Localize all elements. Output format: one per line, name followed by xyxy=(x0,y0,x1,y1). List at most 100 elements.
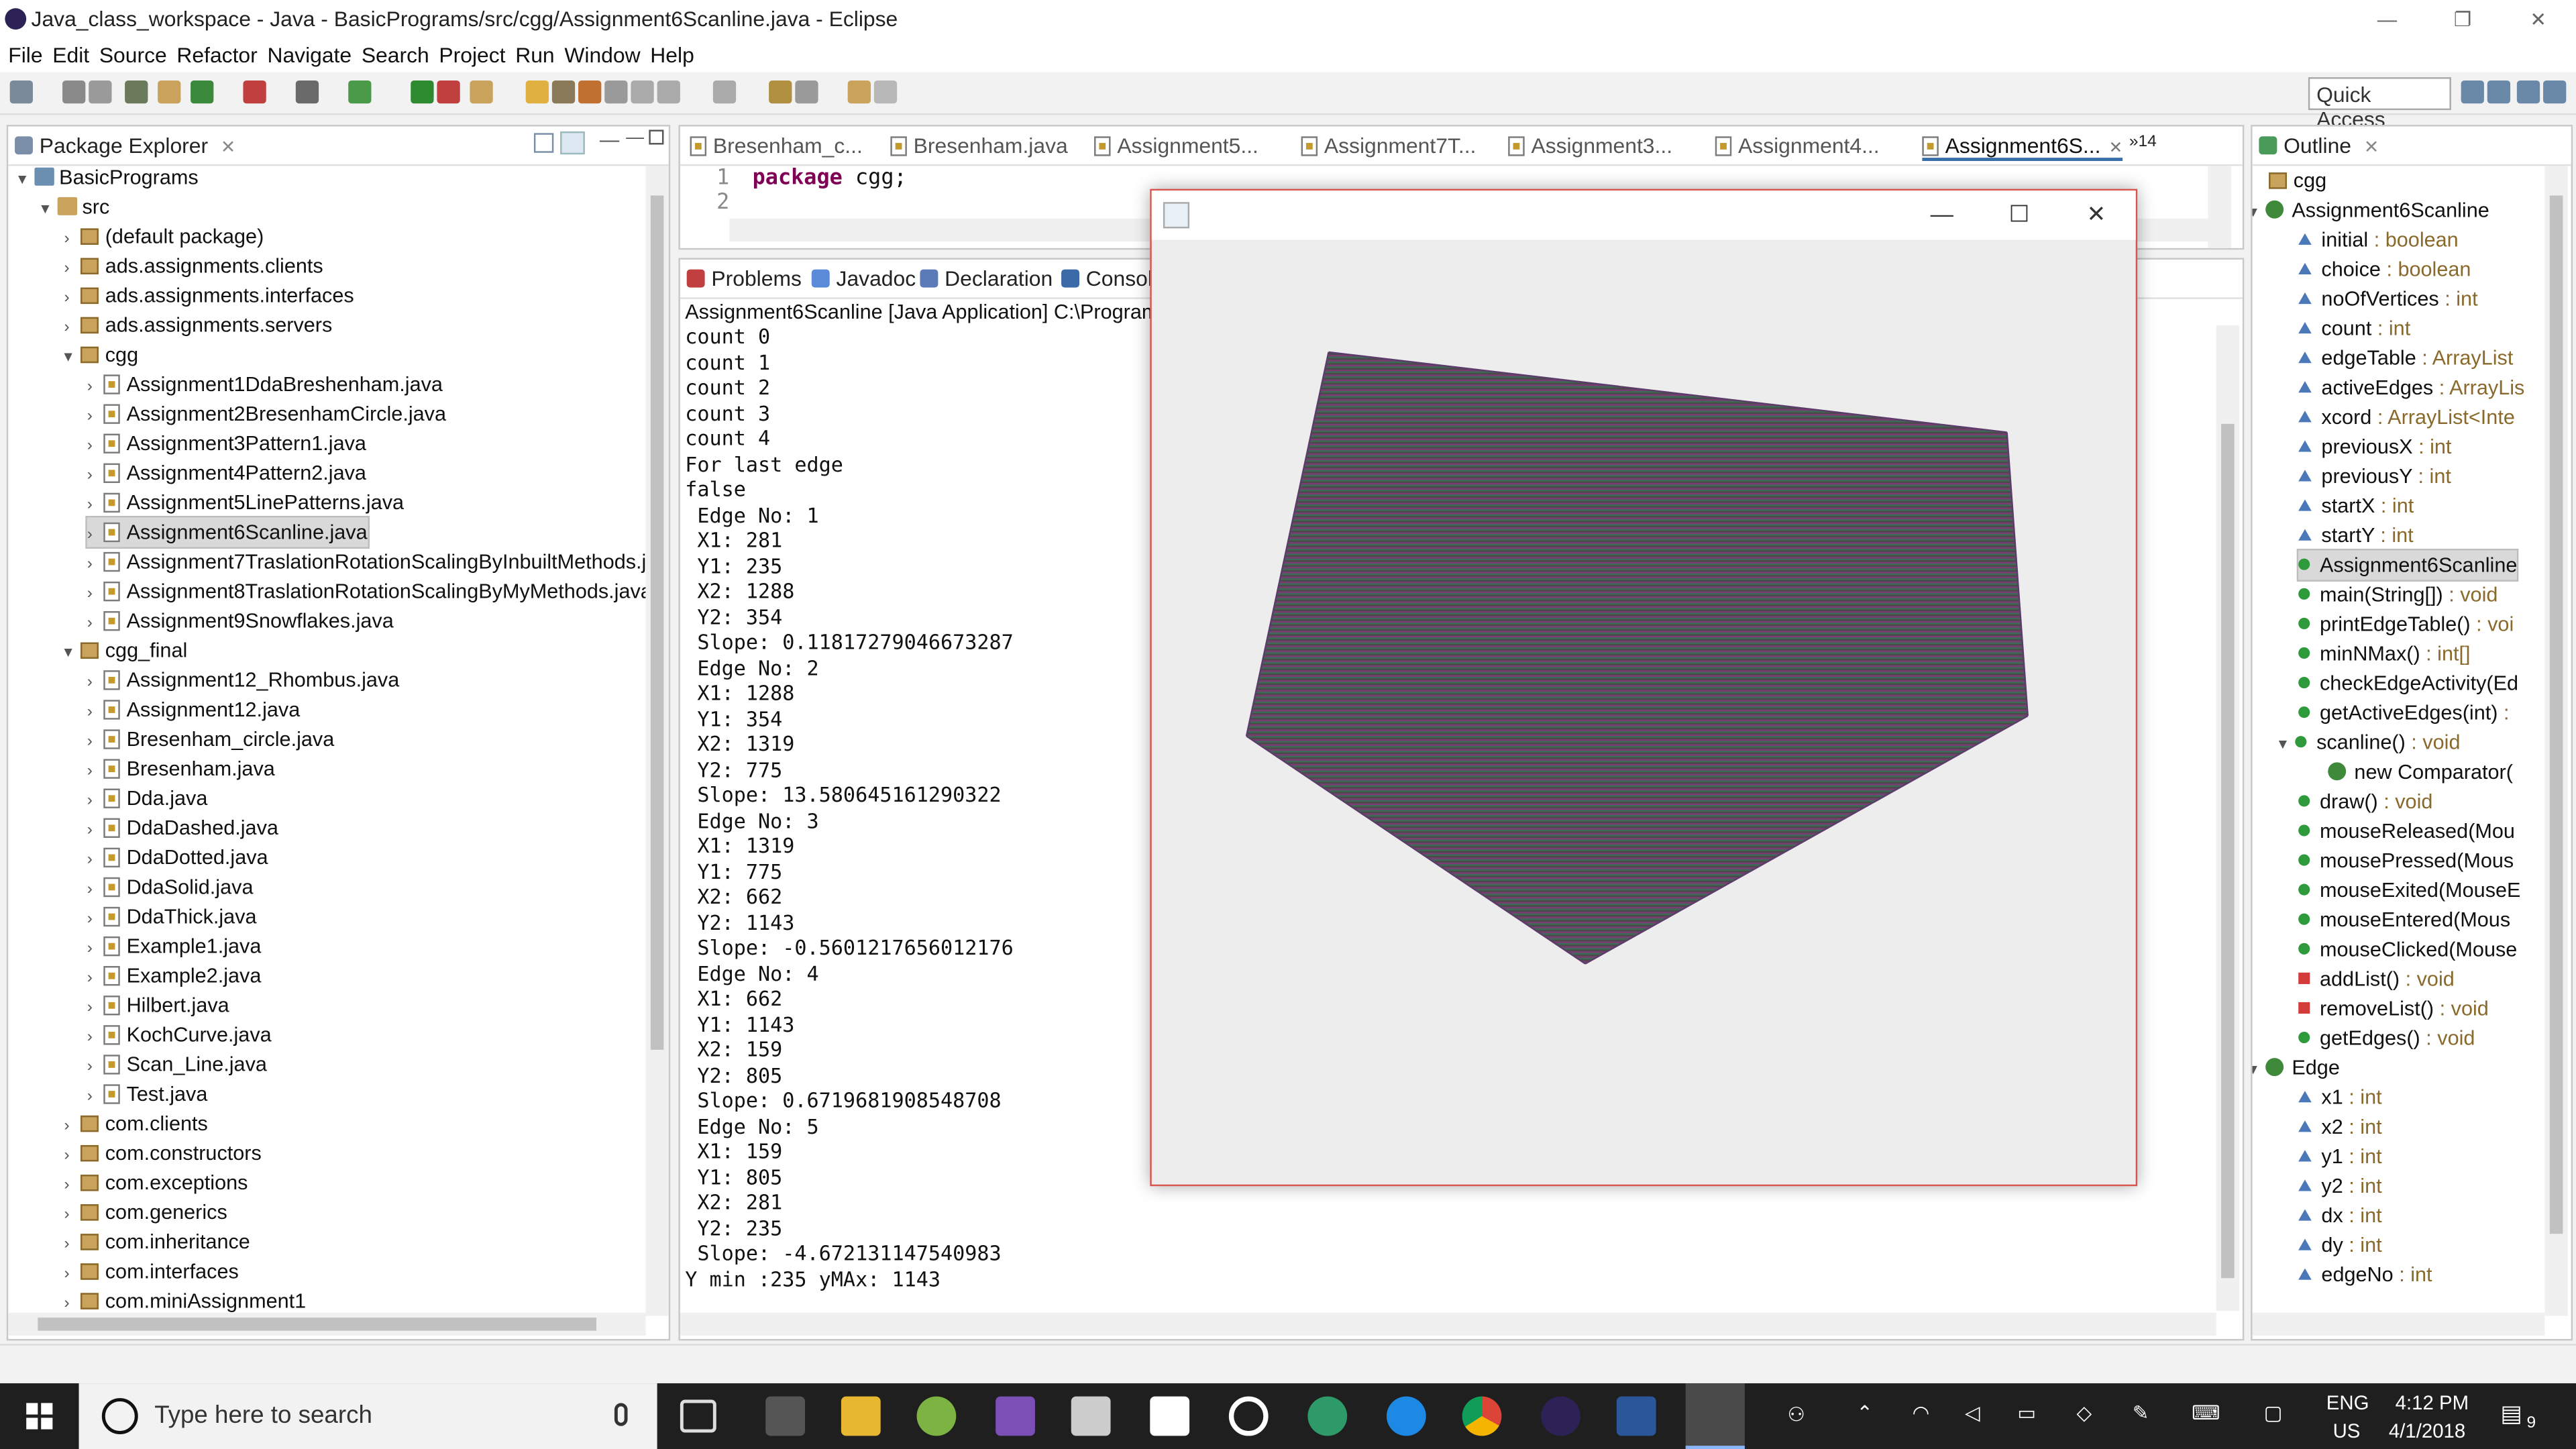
tree-item[interactable]: ▾ BasicPrograms xyxy=(18,162,199,192)
notification-icon[interactable]: ▤ xyxy=(2500,1400,2522,1428)
collapse-arrow-icon[interactable]: › xyxy=(64,1260,80,1289)
clock-time[interactable]: 4:12 PM xyxy=(2396,1391,2469,1414)
battery-icon[interactable]: ▭ xyxy=(2017,1401,2036,1424)
editor-tab[interactable]: Assignment3... xyxy=(1508,133,1672,158)
tree-item[interactable]: › ads.assignments.servers xyxy=(64,311,333,340)
outline-item[interactable]: xcord : ArrayList<Inte xyxy=(2298,402,2515,432)
tree-item[interactable]: › Dda.java xyxy=(87,784,208,813)
menu-project[interactable]: Project xyxy=(437,40,507,71)
outline-item[interactable]: previousY : int xyxy=(2298,462,2451,491)
outline-item[interactable]: startX : int xyxy=(2298,491,2414,521)
outline-item[interactable]: y1 : int xyxy=(2298,1142,2382,1171)
collapse-arrow-icon[interactable]: › xyxy=(87,521,103,550)
minimize-view-icon[interactable]: — xyxy=(626,128,644,148)
perspective-icon[interactable] xyxy=(2543,80,2567,104)
collapse-arrow-icon[interactable]: › xyxy=(64,284,80,314)
perspective-icon[interactable] xyxy=(2516,80,2540,104)
outline-item[interactable]: dy : int xyxy=(2298,1230,2382,1260)
menu-file[interactable]: File xyxy=(7,40,44,71)
toolbar-button-icon[interactable] xyxy=(631,80,654,104)
outline-item[interactable]: getEdges() : void xyxy=(2298,1024,2475,1053)
editor-tab[interactable]: Assignment7T... xyxy=(1301,133,1476,158)
toolbar-button-icon[interactable] xyxy=(243,80,266,104)
tree-item[interactable]: › (default package) xyxy=(64,222,264,252)
tray-chevron-icon[interactable]: ⌃ xyxy=(1856,1401,1873,1424)
tree-item[interactable]: › DdaThick.java xyxy=(87,902,257,932)
toolbar-button-icon[interactable] xyxy=(89,80,112,104)
outline-item[interactable]: ▾ Edge xyxy=(2253,1053,2340,1083)
close-tab-icon[interactable]: ✕ xyxy=(2109,140,2123,158)
toolbar-button-icon[interactable] xyxy=(191,80,214,104)
scroll-thumb[interactable] xyxy=(2549,195,2563,1234)
collapse-arrow-icon[interactable]: › xyxy=(87,875,103,905)
app-blue-icon[interactable] xyxy=(1386,1396,1426,1436)
tree-item[interactable]: › Hilbert.java xyxy=(87,991,229,1020)
scroll-thumb[interactable] xyxy=(2221,423,2235,1279)
close-button[interactable]: ✕ xyxy=(2500,0,2576,40)
collapse-arrow-icon[interactable]: › xyxy=(87,816,103,846)
word-icon[interactable] xyxy=(1616,1396,1656,1436)
outline-item[interactable]: mouseClicked(Mouse xyxy=(2298,934,2517,964)
expand-arrow-icon[interactable]: ▾ xyxy=(64,343,80,373)
toolbar-button-icon[interactable] xyxy=(525,80,549,104)
tree-item[interactable]: ▾ src xyxy=(41,193,109,222)
editor-tab-overflow[interactable]: »14 xyxy=(2129,133,2157,151)
outline-item[interactable]: y2 : int xyxy=(2298,1171,2382,1201)
perspective-icon[interactable] xyxy=(2461,80,2484,104)
collapse-arrow-icon[interactable]: › xyxy=(87,905,103,934)
toolbar-button-icon[interactable] xyxy=(873,80,898,104)
java-minimize-button[interactable]: — xyxy=(1929,201,1955,227)
tree-item[interactable]: › Assignment3Pattern1.java xyxy=(87,429,366,458)
console-vscroll[interactable] xyxy=(2216,325,2239,1311)
tree-item[interactable]: › Scan_Line.java xyxy=(87,1050,267,1079)
scroll-thumb[interactable] xyxy=(38,1318,596,1331)
expand-arrow-icon[interactable]: ▾ xyxy=(64,639,80,669)
taskbar-search[interactable]: Type here to search xyxy=(78,1383,657,1449)
menu-run[interactable]: Run xyxy=(514,40,556,71)
outline-item[interactable]: choice : boolean xyxy=(2298,255,2471,284)
outline-item[interactable]: getActiveEdges(int) : xyxy=(2298,698,2509,728)
app-green-icon[interactable] xyxy=(1307,1396,1348,1436)
toolbar-button-icon[interactable] xyxy=(9,80,33,104)
dropbox-icon[interactable]: ◇ xyxy=(2077,1401,2092,1424)
tree-item[interactable]: › Assignment6Scanline.java xyxy=(85,515,370,550)
outline-item[interactable]: edgeNo : int xyxy=(2298,1260,2432,1289)
menu-help[interactable]: Help xyxy=(649,40,696,71)
task-view-icon[interactable] xyxy=(680,1399,716,1433)
collapse-arrow-icon[interactable]: › xyxy=(87,757,103,787)
toolbar-button-icon[interactable] xyxy=(125,80,148,104)
scroll-thumb[interactable] xyxy=(650,195,664,1050)
tree-item[interactable]: › Assignment2BresenhamCircle.java xyxy=(87,399,446,429)
collapse-arrow-icon[interactable]: › xyxy=(87,610,103,639)
tree-item[interactable]: › ads.assignments.interfaces xyxy=(64,281,354,311)
tree-item[interactable]: › DdaSolid.java xyxy=(87,872,254,902)
outline-item[interactable]: previousX : int xyxy=(2298,432,2451,462)
toolbar-button-icon[interactable] xyxy=(295,80,319,104)
wifi-icon[interactable]: ◠ xyxy=(1913,1401,1930,1424)
editor-vscroll[interactable] xyxy=(2208,166,2231,248)
toolbar-button-icon[interactable] xyxy=(158,80,181,104)
perspective-icon[interactable] xyxy=(2487,80,2511,104)
tree-item[interactable]: ▾ cgg_final xyxy=(64,636,188,665)
java-close-button[interactable]: ✕ xyxy=(2083,201,2109,227)
close-icon[interactable]: ✕ xyxy=(221,138,236,158)
collapse-arrow-icon[interactable]: › xyxy=(87,994,103,1024)
collapse-arrow-icon[interactable]: › xyxy=(87,787,103,816)
tree-item[interactable]: › com.constructors xyxy=(64,1138,262,1168)
app-icon[interactable] xyxy=(765,1396,806,1436)
outline-item[interactable]: cgg xyxy=(2269,166,2326,195)
outline-item[interactable]: mouseEntered(Mous xyxy=(2298,905,2510,934)
outline-item[interactable]: ▾ Assignment6Scanline xyxy=(2253,195,2489,225)
outline-item[interactable]: removeList() : void xyxy=(2298,994,2489,1024)
outline-item[interactable]: draw() : void xyxy=(2298,787,2432,816)
collapse-arrow-icon[interactable]: › xyxy=(87,728,103,757)
toolbar-button-icon[interactable] xyxy=(847,80,871,104)
java-maximize-button[interactable]: ☐ xyxy=(2006,201,2032,227)
outline-item[interactable]: initial : boolean xyxy=(2298,225,2459,255)
tree-item[interactable]: › ads.assignments.clients xyxy=(64,252,323,281)
outline-hscroll[interactable] xyxy=(2252,1312,2545,1336)
collapse-arrow-icon[interactable]: › xyxy=(87,550,103,580)
visual-studio-icon[interactable] xyxy=(996,1396,1035,1436)
chrome-icon[interactable] xyxy=(1462,1396,1502,1436)
tree-item[interactable]: › Assignment7TraslationRotationScalingByI… xyxy=(87,547,658,577)
